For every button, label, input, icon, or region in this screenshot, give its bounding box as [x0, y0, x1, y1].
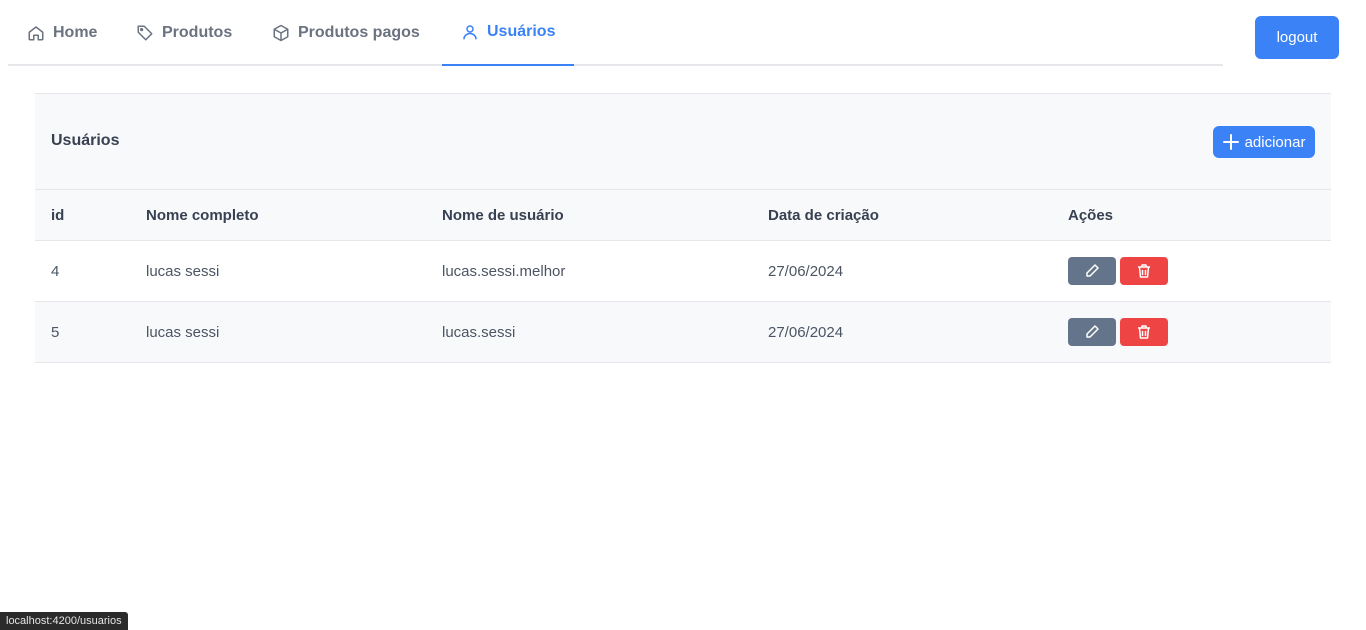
- status-bar-url: localhost:4200/usuarios: [0, 612, 128, 630]
- header-acoes: Ações: [1052, 190, 1331, 241]
- edit-button[interactable]: [1068, 257, 1116, 285]
- header-nome-completo: Nome completo: [130, 190, 426, 241]
- page-title: Usuários: [51, 132, 120, 149]
- cell-acoes: [1052, 301, 1331, 363]
- pencil-icon: [1086, 325, 1099, 338]
- cell-data: 27/06/2024: [752, 301, 1052, 363]
- tab-home-label: Home: [53, 24, 98, 41]
- delete-button[interactable]: [1120, 318, 1168, 346]
- tab-usuarios[interactable]: Usuários: [442, 0, 575, 66]
- trash-icon: [1138, 325, 1150, 339]
- cell-nome: lucas sessi: [130, 301, 426, 363]
- cell-id: 5: [35, 301, 130, 363]
- logout-button[interactable]: logout: [1255, 16, 1339, 59]
- tab-produtos-pagos-label: Produtos pagos: [298, 24, 420, 41]
- tab-home[interactable]: Home: [27, 0, 97, 66]
- top-nav: Home Produtos Produtos pagos Usuários: [8, 0, 1223, 66]
- add-user-label: adicionar: [1244, 133, 1306, 151]
- home-icon: [28, 26, 44, 41]
- tab-produtos-pagos[interactable]: Produtos pagos: [272, 0, 420, 66]
- header-id: id: [35, 190, 130, 241]
- cell-usuario: lucas.sessi.melhor: [426, 240, 752, 302]
- plus-icon: [1222, 134, 1239, 150]
- header-nome-usuario: Nome de usuário: [426, 190, 752, 241]
- table-row: 5 lucas sessi lucas.sessi 27/06/2024: [35, 301, 1331, 363]
- users-card: Usuários adicionar id Nome completo Nome…: [35, 93, 1331, 363]
- delete-button[interactable]: [1120, 257, 1168, 285]
- add-user-button[interactable]: adicionar: [1213, 126, 1315, 158]
- cell-acoes: [1052, 240, 1331, 302]
- box-icon: [273, 24, 289, 42]
- tab-produtos-label: Produtos: [162, 24, 233, 41]
- tag-icon: [137, 25, 153, 41]
- header-data-criacao: Data de criação: [752, 190, 1052, 241]
- cell-nome: lucas sessi: [130, 240, 426, 302]
- pencil-icon: [1086, 264, 1099, 277]
- table-row: 4 lucas sessi lucas.sessi.melhor 27/06/2…: [35, 240, 1331, 302]
- cell-usuario: lucas.sessi: [426, 301, 752, 363]
- trash-icon: [1138, 264, 1150, 278]
- cell-id: 4: [35, 240, 130, 302]
- tab-produtos[interactable]: Produtos: [136, 0, 232, 66]
- edit-button[interactable]: [1068, 318, 1116, 346]
- card-header: Usuários adicionar: [35, 94, 1331, 190]
- tab-usuarios-label: Usuários: [487, 23, 556, 40]
- users-table: id Nome completo Nome de usuário Data de…: [35, 190, 1331, 363]
- user-icon: [463, 25, 477, 40]
- table-header-row: id Nome completo Nome de usuário Data de…: [35, 190, 1331, 241]
- cell-data: 27/06/2024: [752, 240, 1052, 302]
